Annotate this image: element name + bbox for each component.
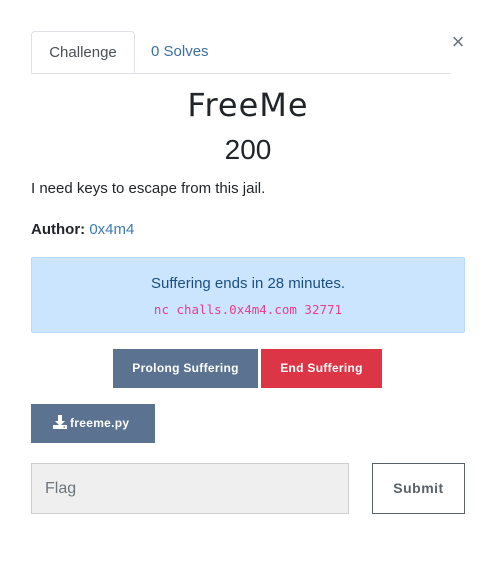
author-link[interactable]: 0x4m4 — [89, 221, 134, 238]
challenge-value: 200 — [224, 134, 272, 165]
close-icon[interactable]: × — [448, 30, 468, 54]
author-label: Author: — [31, 221, 86, 238]
submit-button[interactable]: Submit — [372, 463, 465, 514]
challenge-modal: Challenge 0 Solves × FreeMe 200 I need k… — [0, 0, 496, 561]
prolong-suffering-button[interactable]: Prolong Suffering — [113, 349, 258, 388]
instance-status: Suffering ends in 28 minutes. — [150, 275, 345, 292]
tab-solves[interactable]: 0 Solves — [135, 31, 225, 72]
challenge-name: FreeMe — [187, 86, 309, 124]
download-file-name: freeme.py — [70, 416, 130, 430]
end-suffering-button[interactable]: End Suffering — [261, 349, 382, 388]
author-line: Author: 0x4m4 — [31, 221, 134, 238]
challenge-description: I need keys to escape from this jail. — [31, 180, 266, 197]
instance-info-box: Suffering ends in 28 minutes. nc challs.… — [31, 257, 465, 333]
download-file-button[interactable]: freeme.py — [31, 404, 155, 443]
connection-command: nc challs.0x4m4.com 32771 — [153, 302, 343, 317]
tab-bar: Challenge 0 Solves — [31, 31, 451, 74]
flag-input[interactable] — [31, 463, 349, 514]
tab-challenge[interactable]: Challenge — [31, 31, 135, 73]
download-icon — [53, 415, 67, 429]
